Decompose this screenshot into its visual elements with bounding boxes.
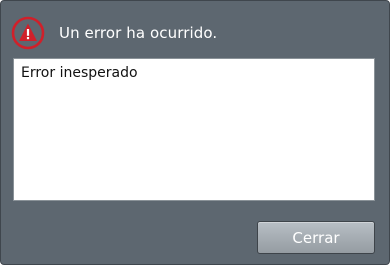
close-button-label: Cerrar	[292, 228, 340, 247]
error-message-box: Error inesperado	[13, 58, 375, 201]
error-message-text: Error inesperado	[21, 65, 138, 81]
close-button[interactable]: Cerrar	[257, 221, 375, 254]
dialog-header: Un error ha ocurrido.	[11, 16, 217, 50]
dialog-title: Un error ha ocurrido.	[59, 24, 218, 42]
warning-icon	[11, 16, 45, 50]
error-dialog: Un error ha ocurrido. Error inesperado C…	[0, 0, 390, 265]
